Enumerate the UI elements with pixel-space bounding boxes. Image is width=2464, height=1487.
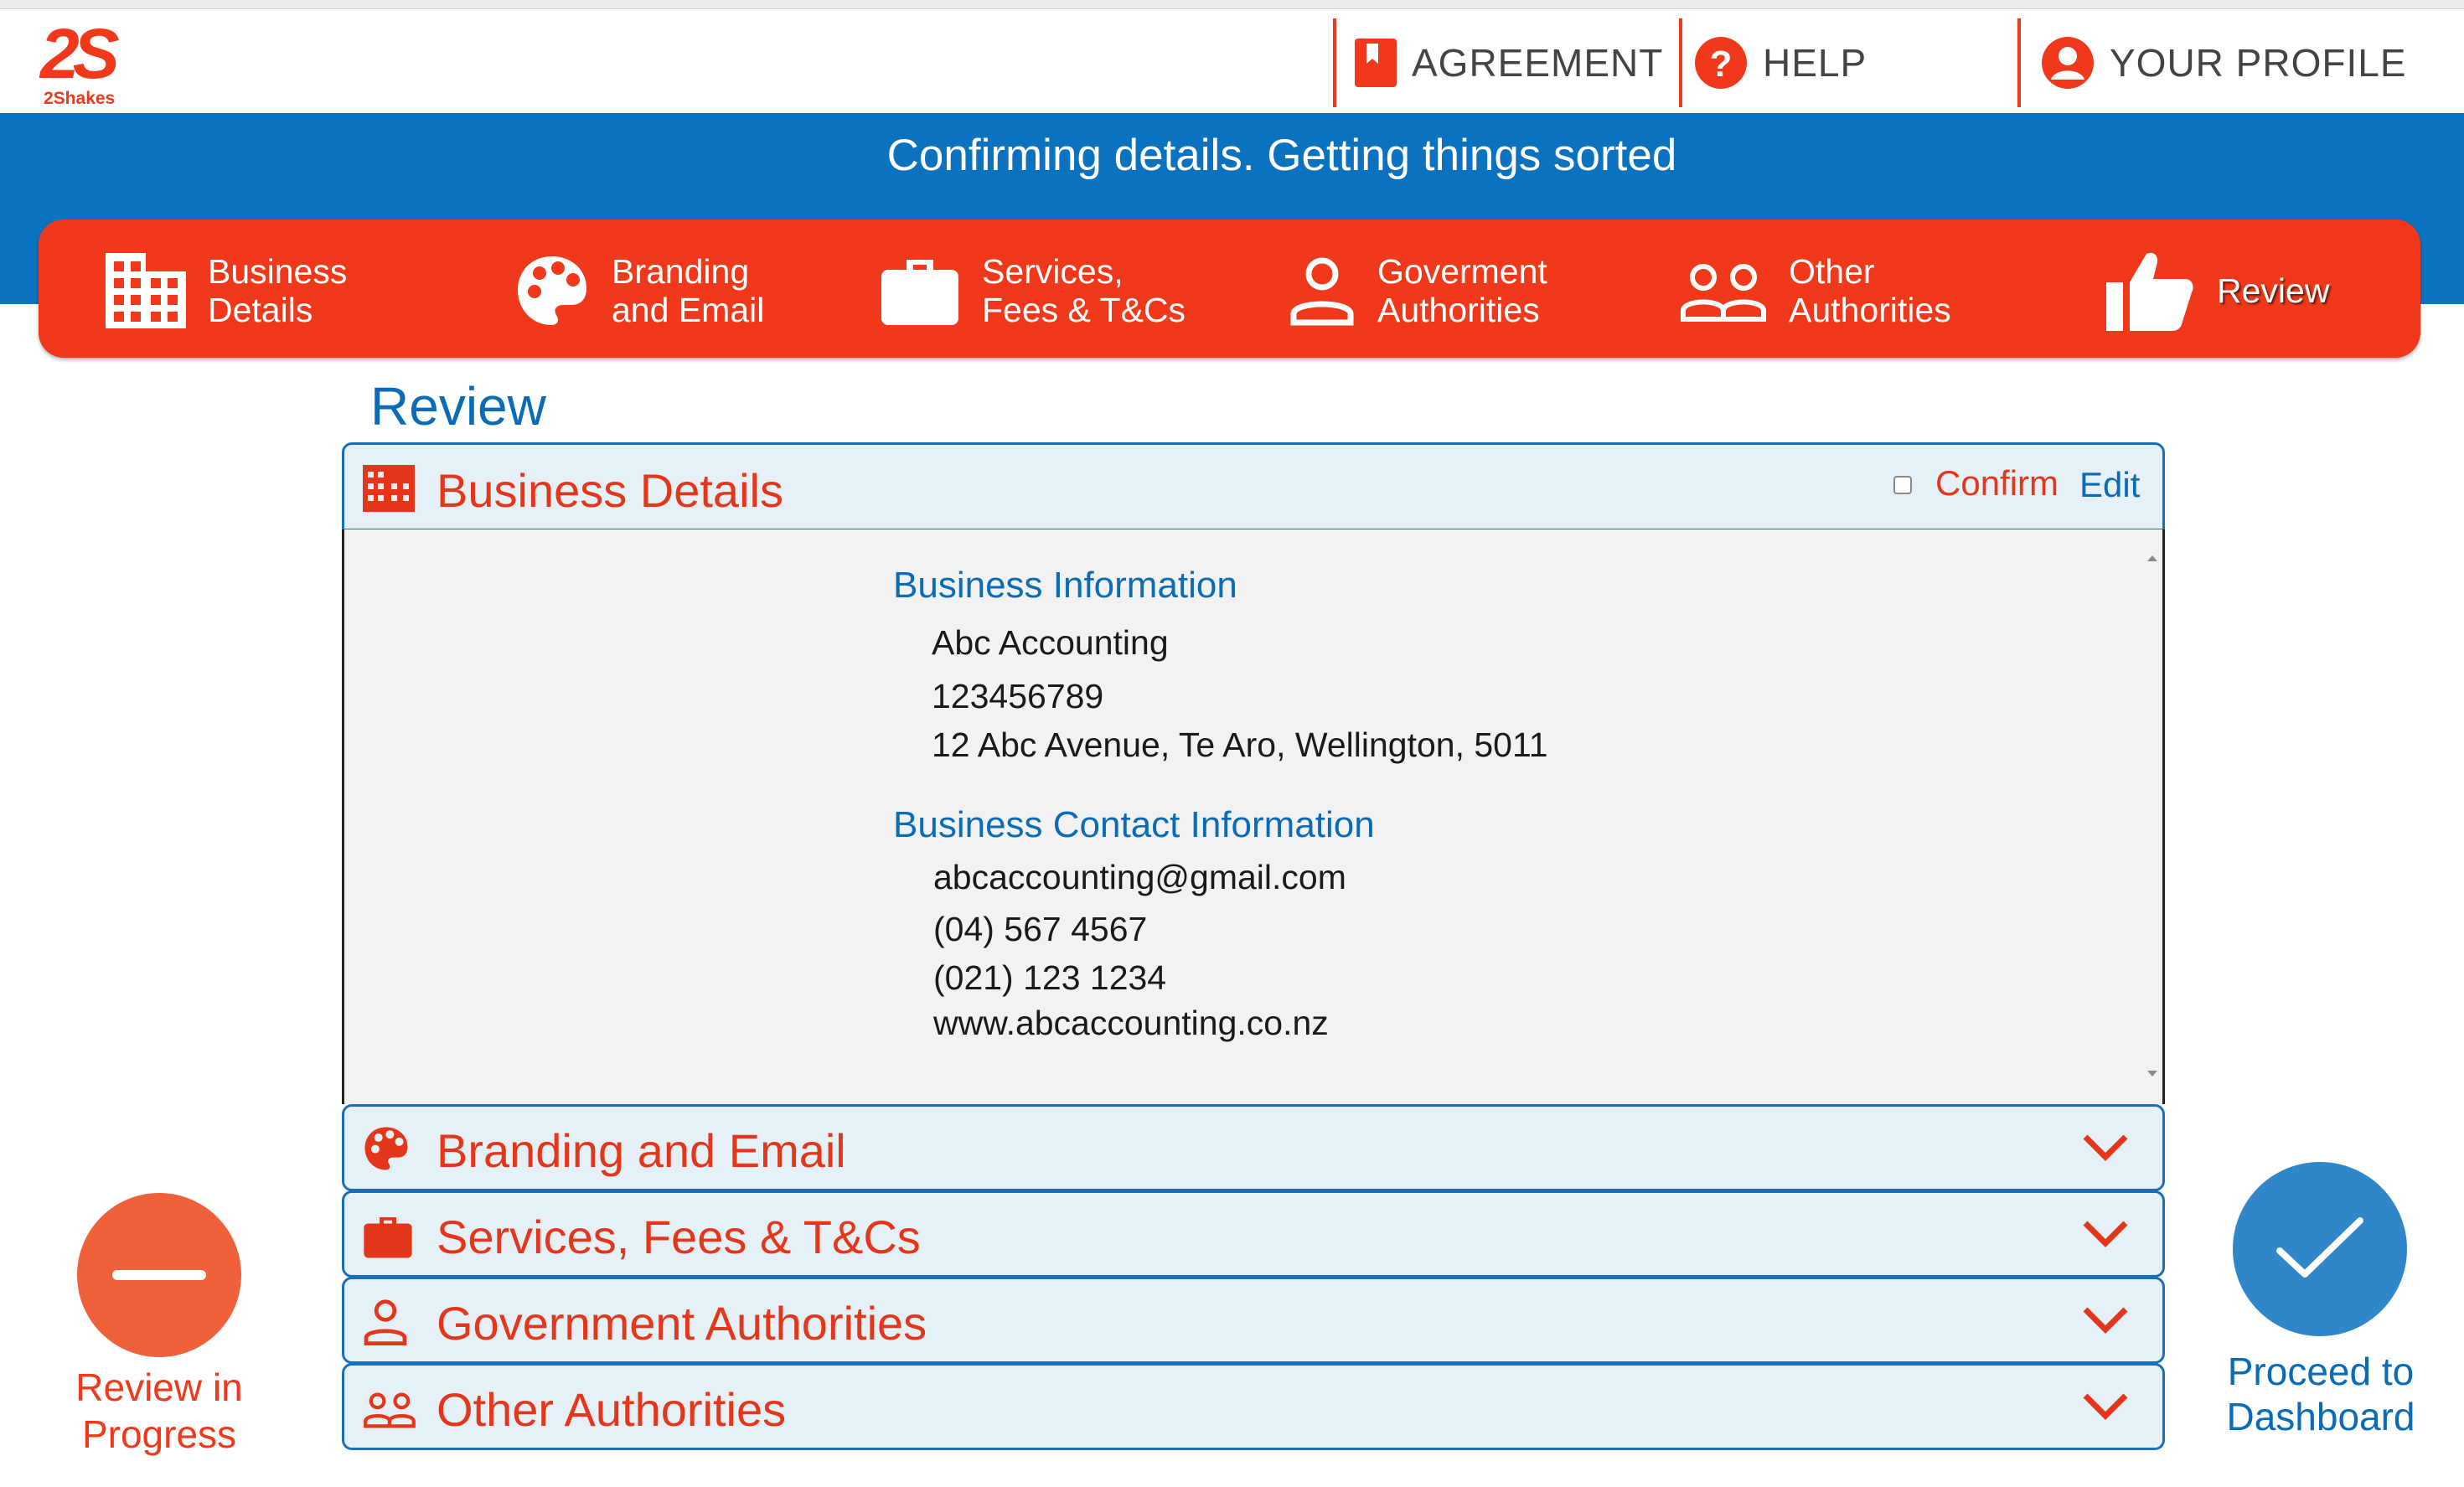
agreement-label: AGREEMENT: [1412, 41, 1664, 85]
brand-logo[interactable]: 2S 2Shakes: [40, 18, 132, 111]
palette-icon: [364, 1127, 408, 1170]
step-branding-email[interactable]: Branding and Email: [514, 245, 764, 337]
step-label: Review: [2217, 271, 2330, 310]
chevron-down-icon[interactable]: [2082, 1304, 2129, 1335]
users-icon: [364, 1392, 416, 1428]
proceed-to-dashboard-button[interactable]: [2233, 1162, 2407, 1336]
panel-title: Branding and Email: [436, 1124, 846, 1177]
profile-label: YOUR PROFILE: [2110, 41, 2407, 85]
logo-mark: 2S: [40, 14, 120, 93]
contact-phone: (04) 567 4567: [933, 910, 1148, 948]
step-label: Services, Fees & T&Cs: [982, 252, 1186, 329]
panel-title: Other Authorities: [436, 1383, 787, 1436]
panel-title: Services, Fees & T&Cs: [436, 1211, 921, 1263]
step-label: Business Details: [208, 252, 348, 329]
step-label: Other Authorities: [1789, 252, 1951, 329]
panel-title: Business Details: [436, 464, 783, 517]
step-label: Goverment Authorities: [1377, 252, 1547, 329]
palette-icon: [518, 256, 586, 325]
proceed-label[interactable]: Proceed to Dashboard: [2195, 1349, 2446, 1439]
panel-services-fees[interactable]: Services, Fees & T&Cs: [342, 1190, 2165, 1278]
panel-other-authorities[interactable]: Other Authorities: [342, 1363, 2165, 1450]
nav-divider: [2017, 18, 2021, 107]
profile-icon: [2042, 37, 2094, 89]
scroll-down-arrow[interactable]: [2146, 1069, 2159, 1079]
step-services-fees[interactable]: Services, Fees & T&Cs: [880, 245, 1186, 337]
business-number: 123456789: [932, 677, 1104, 715]
contact-info-heading: Business Contact Information: [893, 804, 1375, 845]
profile-link[interactable]: YOUR PROFILE: [2041, 34, 2407, 92]
step-label: Branding and Email: [612, 252, 765, 329]
building-icon: [106, 253, 186, 328]
building-icon: [363, 465, 415, 512]
svg-text:?: ?: [1710, 44, 1733, 85]
business-details-panel-header[interactable]: Business Details: [342, 442, 2165, 531]
user-icon: [364, 1299, 407, 1346]
business-address: 12 Abc Avenue, Te Aro, Wellington, 5011: [932, 725, 1548, 764]
help-icon: ?: [1695, 37, 1747, 89]
nav-divider: [1333, 18, 1336, 107]
panel-branding-email[interactable]: Branding and Email: [342, 1104, 2165, 1191]
step-business-details[interactable]: Business Details: [106, 245, 347, 337]
review-in-progress-button[interactable]: [77, 1193, 241, 1357]
nav-divider: [1679, 18, 1682, 107]
agreement-link[interactable]: AGREEMENT: [1355, 34, 1663, 92]
help-link[interactable]: ? HELP: [1694, 34, 1867, 92]
checkmark-icon: [2276, 1217, 2363, 1278]
business-name: Abc Accounting: [932, 623, 1169, 662]
user-icon: [1290, 257, 1354, 326]
step-government-authorities[interactable]: Goverment Authorities: [1289, 245, 1547, 337]
steps-bar: [39, 219, 2420, 358]
minus-icon: [112, 1270, 206, 1280]
briefcase-icon: [364, 1216, 412, 1258]
edit-link[interactable]: Edit: [2079, 465, 2140, 505]
panel-title: Government Authorities: [436, 1297, 927, 1350]
chevron-down-icon[interactable]: [2082, 1218, 2129, 1248]
confirm-checkbox[interactable]: [1893, 476, 1912, 494]
thumbs-up-icon: [2106, 252, 2193, 331]
page-title: Review: [370, 376, 546, 436]
bookmark-icon: [1355, 39, 1397, 87]
scroll-up-arrow[interactable]: [2146, 553, 2159, 563]
briefcase-icon: [881, 260, 958, 325]
logo-text: 2Shakes: [44, 89, 116, 108]
help-label: HELP: [1763, 41, 1867, 85]
review-status-label: Review in Progress: [75, 1366, 243, 1456]
contact-email: abcaccounting@gmail.com: [933, 858, 1346, 896]
banner-title: Confirming details. Getting things sorte…: [886, 131, 1677, 180]
contact-mobile: (021) 123 1234: [933, 958, 1167, 997]
chevron-down-icon[interactable]: [2082, 1391, 2129, 1421]
users-icon: [1681, 264, 1766, 322]
top-border: [0, 0, 2464, 9]
contact-website: www.abcaccounting.co.nz: [933, 1004, 1329, 1042]
step-review[interactable]: Review: [2105, 245, 2329, 337]
step-other-authorities[interactable]: Other Authorities: [1680, 245, 1951, 337]
panel-government-authorities[interactable]: Government Authorities: [342, 1277, 2165, 1364]
confirm-label[interactable]: Confirm: [1935, 463, 2058, 503]
chevron-down-icon[interactable]: [2082, 1132, 2129, 1162]
business-info-heading: Business Information: [893, 565, 1237, 606]
